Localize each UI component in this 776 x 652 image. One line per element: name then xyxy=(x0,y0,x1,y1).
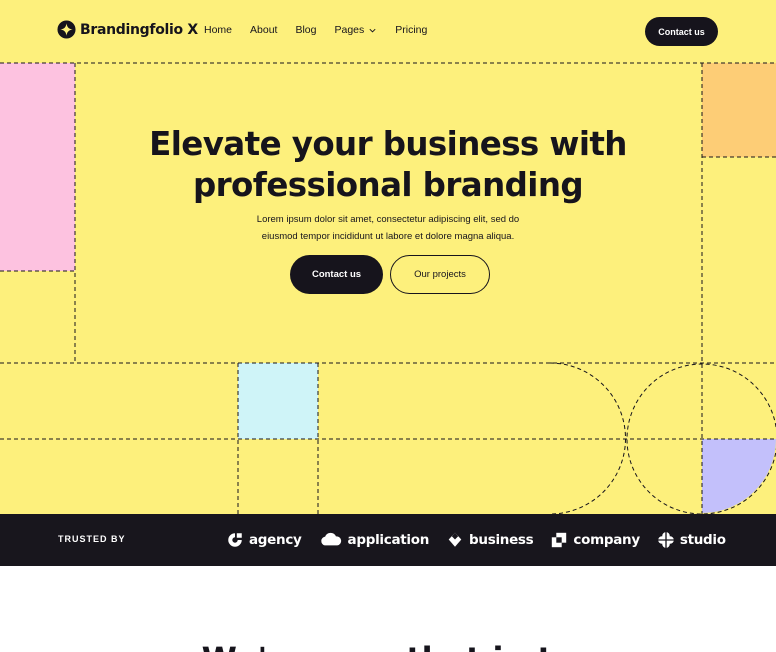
diamond-icon xyxy=(448,532,462,547)
logo[interactable]: Brandingfolio X xyxy=(57,20,198,39)
nav-contact-button[interactable]: Contact us xyxy=(645,17,718,46)
lavender-quarter-circle xyxy=(702,439,776,513)
hero-projects-button[interactable]: Our projects xyxy=(390,255,490,294)
hero-section: Brandingfolio X Home About Blog Pages Pr… xyxy=(0,0,776,514)
next-section: We're sure that in te xyxy=(0,566,776,652)
brand-logo-agency-label: agency xyxy=(249,532,302,548)
nav-home[interactable]: Home xyxy=(204,24,232,36)
nav-pages-label: Pages xyxy=(334,24,365,36)
orange-block xyxy=(702,63,776,157)
brand-logo-company-label: company xyxy=(573,532,640,548)
nav-pricing[interactable]: Pricing xyxy=(395,24,427,36)
brand-logo-agency: agency xyxy=(226,531,302,549)
brand-logo-studio-label: studio xyxy=(679,532,726,548)
trusted-by-label: TRUSTED BY xyxy=(58,534,126,544)
hero-subtitle: Lorem ipsum dolor sit amet, consectetur … xyxy=(188,211,588,245)
brand-name: Brandingfolio X xyxy=(80,21,198,38)
squares-icon xyxy=(552,532,567,548)
hero-title-line-2: professional branding xyxy=(192,166,584,204)
hero-title-line-1: Elevate your business with xyxy=(149,125,627,163)
pink-block xyxy=(0,63,75,271)
nav-links: Home About Blog Pages Pricing xyxy=(204,24,445,36)
hero-subtitle-line-2: eiusmod tempor incididunt ut labore et d… xyxy=(261,231,515,242)
hero-contact-button[interactable]: Contact us xyxy=(290,255,383,294)
brand-logo-studio: studio xyxy=(657,531,726,549)
brand-logo-company: company xyxy=(550,531,640,549)
agency-logo-icon xyxy=(228,533,242,547)
trusted-by-bar: TRUSTED BY agency application business c… xyxy=(0,514,776,566)
brand-logo-application: application xyxy=(319,531,429,549)
nav-pages[interactable]: Pages xyxy=(334,24,377,36)
next-section-title: We're sure that in te xyxy=(0,640,776,652)
chevron-down-icon xyxy=(369,28,376,32)
hero-decoration xyxy=(0,62,776,514)
star-logo-icon xyxy=(57,20,76,39)
brand-logo-business: business xyxy=(446,531,534,549)
flower-icon xyxy=(657,531,674,549)
brand-logo-business-label: business xyxy=(469,532,534,548)
hero-subtitle-line-1: Lorem ipsum dolor sit amet, consectetur … xyxy=(256,214,520,225)
brand-logo-application-label: application xyxy=(347,532,430,548)
cloud-icon xyxy=(320,532,341,546)
navbar: Brandingfolio X Home About Blog Pages Pr… xyxy=(0,0,776,62)
hero-title: Elevate your business with professional … xyxy=(88,124,688,206)
brand-logos: agency application business company stud… xyxy=(226,528,726,552)
cyan-block xyxy=(238,363,318,439)
nav-blog[interactable]: Blog xyxy=(295,24,316,36)
nav-about[interactable]: About xyxy=(250,24,277,36)
